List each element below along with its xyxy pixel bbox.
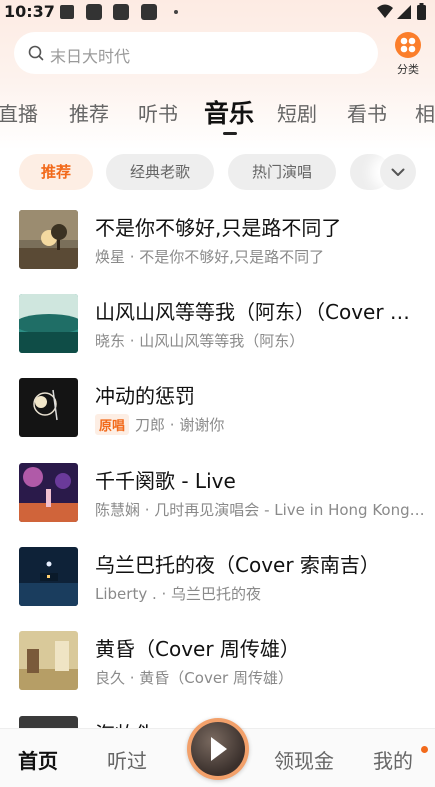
song-title: 千千阕歌 - Live	[95, 469, 236, 493]
chip-hot-performances[interactable]: 热门演唱	[228, 154, 336, 190]
song-subtitle: 陈慧娴 · 几时再见演唱会 - Live in Hong Kong 2003	[95, 501, 425, 519]
song-subtitle-line: 原唱 刀郎 · 谢谢你	[95, 414, 224, 435]
battery-icon	[417, 5, 426, 20]
nav-history[interactable]: 听过	[107, 745, 147, 774]
tab-recommend[interactable]: 推荐	[69, 98, 109, 127]
signal-icon	[397, 5, 411, 19]
search-box[interactable]: 末日大时代	[14, 32, 378, 74]
song-subtitle: 焕星 · 不是你不够好,只是路不同了	[95, 248, 325, 266]
nav-home[interactable]: 首页	[18, 745, 58, 774]
nav-mine[interactable]: 我的	[373, 745, 413, 774]
song-row[interactable]: 不是你不够好,只是路不同了 焕星 · 不是你不够好,只是路不同了	[19, 210, 429, 272]
now-playing-button[interactable]	[187, 718, 249, 780]
song-subtitle: 刀郎 · 谢谢你	[135, 416, 225, 434]
app-notification-icon-2	[113, 4, 129, 20]
song-row[interactable]: 山风山风等等我（阿东）（Cover 小阿东） 晓东 · 山风山风等等我（阿东）	[19, 294, 429, 356]
song-cover	[19, 547, 78, 606]
app-notification-icon-3	[141, 4, 157, 20]
song-title: 黄昏（Cover 周传雄）	[95, 637, 300, 661]
expand-chips-button[interactable]	[380, 154, 416, 190]
notification-dot	[421, 746, 428, 753]
more-notifications-dot	[174, 10, 178, 14]
song-title: 山风山风等等我（阿东）（Cover 小阿东）	[95, 300, 425, 324]
song-title: 不是你不够好,只是路不同了	[95, 216, 342, 240]
status-time: 10:37	[4, 2, 55, 21]
chip-recommend[interactable]: 推荐	[19, 154, 93, 190]
song-cover	[19, 631, 78, 690]
song-cover	[19, 294, 78, 353]
song-cover	[19, 463, 78, 522]
notification-icon	[60, 5, 74, 19]
tab-music[interactable]: 音乐	[204, 96, 254, 130]
tab-reading[interactable]: 看书	[347, 98, 387, 127]
song-title: 冲动的惩罚	[95, 384, 195, 408]
chevron-down-icon	[391, 168, 405, 176]
song-cover	[19, 378, 78, 437]
status-icons	[377, 3, 426, 20]
song-title: 乌兰巴托的夜（Cover 索南吉）	[95, 553, 380, 577]
original-badge: 原唱	[95, 414, 130, 435]
song-subtitle: 晓东 · 山风山风等等我（阿东）	[95, 332, 305, 350]
category-grid-icon	[395, 32, 421, 58]
song-subtitle: Liberty . · 乌兰巴托的夜	[95, 585, 262, 603]
song-subtitle: 良久 · 黄昏（Cover 周传雄）	[95, 669, 293, 687]
tab-live[interactable]: 直播	[0, 98, 38, 127]
tab-short-drama[interactable]: 短剧	[277, 98, 317, 127]
wifi-icon	[377, 4, 393, 18]
song-cover	[19, 210, 78, 269]
top-tabs: 直播 推荐 听书 音乐 短剧 看书 相	[0, 96, 435, 138]
tab-audiobooks[interactable]: 听书	[138, 98, 178, 127]
status-bar: 10:37	[0, 0, 435, 26]
song-row[interactable]: 乌兰巴托的夜（Cover 索南吉） Liberty . · 乌兰巴托的夜	[19, 547, 429, 609]
song-row[interactable]: 黄昏（Cover 周传雄） 良久 · 黄昏（Cover 周传雄）	[19, 631, 429, 693]
tab-more[interactable]: 相	[415, 98, 435, 127]
nav-rewards[interactable]: 领现金	[274, 745, 334, 774]
search-placeholder: 末日大时代	[50, 47, 131, 66]
category-label: 分类	[397, 63, 419, 76]
chip-classic-oldies[interactable]: 经典老歌	[106, 154, 214, 190]
app-notification-icon	[86, 4, 102, 20]
category-button[interactable]: 分类	[386, 32, 430, 78]
active-tab-indicator	[223, 132, 237, 135]
song-row[interactable]: 冲动的惩罚 原唱 刀郎 · 谢谢你	[19, 378, 429, 440]
song-row[interactable]: 千千阕歌 - Live 陈慧娴 · 几时再见演唱会 - Live in Hong…	[19, 463, 429, 525]
play-icon	[211, 737, 227, 761]
search-icon	[28, 45, 44, 61]
